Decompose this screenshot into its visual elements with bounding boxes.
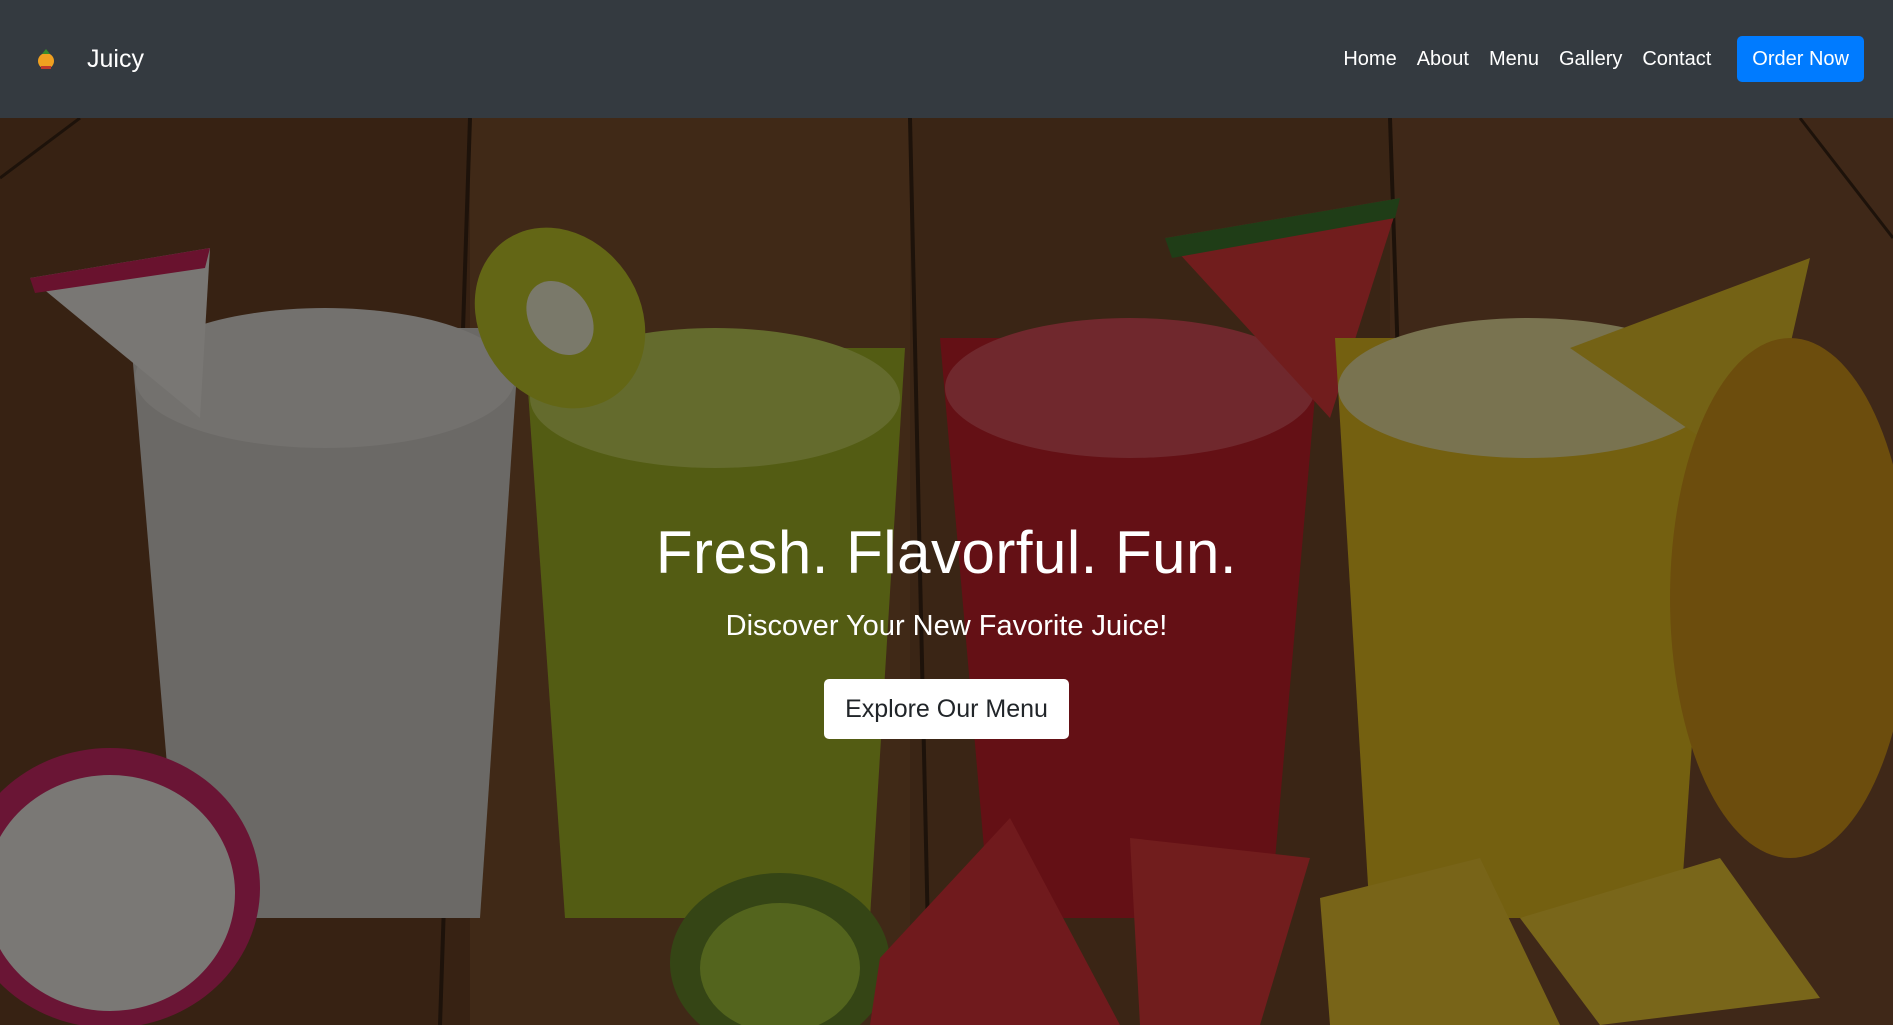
nav-link-home[interactable]: Home [1343, 48, 1396, 71]
nav-links: Home About Menu Gallery Contact Order No… [1323, 36, 1864, 82]
hero-section: Fresh. Flavorful. Fun. Discover Your New… [0, 118, 1893, 1025]
nav-link-gallery[interactable]: Gallery [1559, 48, 1622, 71]
explore-menu-button[interactable]: Explore Our Menu [824, 679, 1069, 739]
navbar: Juicy Home About Menu Gallery Contact Or… [0, 0, 1893, 118]
brand-link[interactable]: Juicy [32, 45, 144, 74]
hero-title: Fresh. Flavorful. Fun. [655, 519, 1238, 586]
brand-name: Juicy [87, 44, 144, 73]
nav-link-menu[interactable]: Menu [1489, 48, 1539, 71]
order-now-button[interactable]: Order Now [1737, 36, 1864, 82]
nav-link-about[interactable]: About [1417, 48, 1469, 71]
nav-link-contact[interactable]: Contact [1642, 48, 1711, 71]
hero-subtitle: Discover Your New Favorite Juice! [725, 610, 1168, 642]
juice-logo-icon [38, 49, 54, 69]
hero-content: Fresh. Flavorful. Fun. Discover Your New… [0, 118, 1893, 1025]
